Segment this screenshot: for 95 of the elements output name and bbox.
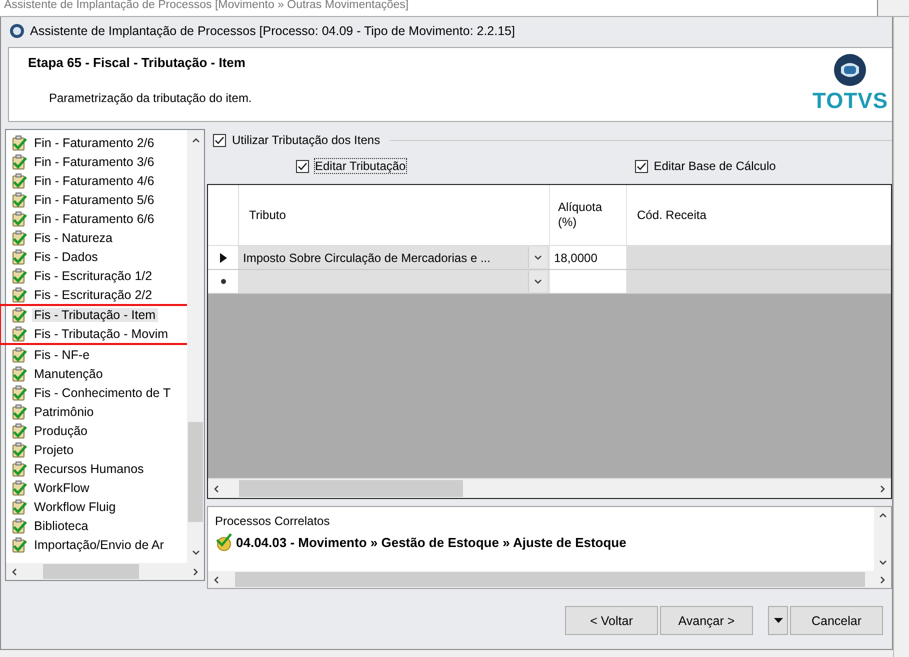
chevron-right-icon[interactable] xyxy=(878,574,887,584)
tree-item[interactable]: Fin - Faturamento 3/6 xyxy=(11,152,187,171)
tree-item[interactable]: Produção xyxy=(11,421,187,440)
horizontal-scrollbar[interactable] xyxy=(208,478,891,498)
item-label: Biblioteca xyxy=(33,518,90,532)
tree-item[interactable]: Patrimônio xyxy=(11,402,187,421)
wizard-button[interactable]: Cancelar xyxy=(790,606,883,635)
tree-item[interactable]: Fis - Escrituração 2/2 xyxy=(11,285,187,304)
checkbox[interactable] xyxy=(213,134,226,146)
scrollbar-thumb[interactable] xyxy=(43,564,139,579)
scrollbar-thumb[interactable] xyxy=(188,422,203,522)
item-label: Fis - Escrituração 1/2 xyxy=(33,268,154,282)
checkbox-label: Utilizar Tributação dos Itens xyxy=(232,133,380,147)
row-pointer-icon xyxy=(220,252,226,262)
background-window-title: Assistente de Implantação de Processos [Movimento » Outras Movimentações] xyxy=(3,0,410,13)
item-label: Fis - Conhecimento de T xyxy=(33,386,172,400)
tree-item[interactable]: Fis - NF-e xyxy=(11,345,187,364)
vertical-scrollbar[interactable] xyxy=(874,507,891,571)
item-label: Fin - Faturamento 3/6 xyxy=(33,154,156,168)
item-label: Fis - Escrituração 2/2 xyxy=(33,288,154,302)
item-label: Fis - Tributação - Item xyxy=(32,308,158,322)
logo-text: TOTVS xyxy=(812,89,888,113)
app-icon xyxy=(9,23,25,39)
column-header: Tributo xyxy=(239,185,550,245)
item-label: Fin - Faturamento 2/6 xyxy=(33,136,156,150)
logo-icon xyxy=(833,53,868,87)
item-label: Fin - Faturamento 4/6 xyxy=(33,174,156,188)
item-label: Patrimônio xyxy=(33,404,95,418)
item-label: Importação/Envio de Ar xyxy=(33,538,165,552)
step-description: Parametrização da tributação do item. xyxy=(49,91,252,105)
item-label: Manutenção xyxy=(33,366,104,380)
column-header: Alíquota (%) xyxy=(550,185,627,245)
tree-item[interactable]: Fis - Conhecimento de T xyxy=(11,383,187,402)
tree-item[interactable]: Fis - Escrituração 1/2 xyxy=(11,266,187,285)
item-label: Projeto xyxy=(33,442,75,456)
item-label: Fin - Faturamento 6/6 xyxy=(33,212,156,226)
check-badge-icon xyxy=(215,533,233,551)
tree-item[interactable]: Fin - Faturamento 2/6 xyxy=(11,133,187,152)
link-text: 04.04.03 - Movimento » Gestão de Estoque » Ajuste de Estoque xyxy=(236,534,626,550)
wizard-button[interactable]: < Voltar xyxy=(565,606,658,635)
tree-item[interactable]: Fis - Natureza xyxy=(11,228,187,247)
window-title: Assistente de Implantação de Processos [Processo: 04.09 - Tipo de Movimento: 2.2.15] xyxy=(30,24,515,38)
vertical-scrollbar[interactable] xyxy=(187,130,204,563)
cell-text: Imposto Sobre Circulação de Mercadorias e ... xyxy=(243,250,490,264)
chevron-left-icon[interactable] xyxy=(212,574,221,584)
tree-item[interactable]: Manutenção xyxy=(11,364,187,383)
chevron-right-icon[interactable] xyxy=(878,484,887,494)
tree-item[interactable]: Importação/Envio de Ar xyxy=(11,535,187,554)
new-row-icon xyxy=(220,278,226,285)
checkbox[interactable] xyxy=(296,160,309,172)
item-label: Fis - Natureza xyxy=(33,230,114,244)
chevron-down-icon[interactable] xyxy=(878,558,888,567)
tree-item[interactable]: Biblioteca xyxy=(11,516,187,535)
tree-item[interactable]: WorkFlow xyxy=(11,478,187,497)
checkbox-label: Editar Tributação xyxy=(315,159,406,173)
item-label: Workflow Fluig xyxy=(33,500,117,514)
scrollbar-thumb[interactable] xyxy=(235,572,865,587)
tree-item[interactable]: Fis - Dados xyxy=(11,247,187,266)
chevron-up-icon[interactable] xyxy=(878,511,888,520)
item-label: Fis - NF-e xyxy=(33,348,91,362)
wizard-button[interactable]: Avançar > xyxy=(660,606,753,635)
checkbox[interactable] xyxy=(634,160,648,172)
chevron-up-icon[interactable] xyxy=(190,136,200,145)
related-process-link[interactable]: 04.04.03 - Movimento » Gestão de Estoque » Ajuste de Estoque xyxy=(215,533,867,551)
step-title: Etapa 65 - Fiscal - Tributação - Item xyxy=(28,55,246,70)
tree-item[interactable]: Projeto xyxy=(11,440,187,459)
caret-down-icon xyxy=(774,618,782,623)
chevron-right-icon[interactable] xyxy=(191,566,200,576)
chevron-down-icon[interactable] xyxy=(533,277,543,286)
item-label: Recursos Humanos xyxy=(33,462,145,476)
tree-item[interactable]: Fin - Faturamento 6/6 xyxy=(11,209,187,228)
item-label: Fin - Faturamento 5/6 xyxy=(33,192,156,206)
scrollbar-thumb[interactable] xyxy=(239,480,463,497)
tree-item[interactable]: Fis - Tributação - Movim xyxy=(11,324,187,343)
item-label: Produção xyxy=(33,424,89,438)
horizontal-scrollbar[interactable] xyxy=(6,563,204,580)
tree-item[interactable]: Workflow Fluig xyxy=(11,497,187,516)
tree-item[interactable]: Recursos Humanos xyxy=(11,459,187,478)
horizontal-scrollbar[interactable] xyxy=(208,571,891,588)
dropdown-button[interactable] xyxy=(768,606,788,635)
tree-item[interactable]: Fin - Faturamento 5/6 xyxy=(11,190,187,209)
dropdown-cell[interactable] xyxy=(239,270,550,293)
section-title: Processos Correlatos xyxy=(215,514,331,528)
dropdown-cell[interactable]: Imposto Sobre Circulação de Mercadorias e ... xyxy=(239,246,550,269)
item-label: WorkFlow xyxy=(33,480,90,494)
item-label: Fis - Tributação - Movim xyxy=(33,326,170,341)
tree-item[interactable]: Fis - Tributação - Item xyxy=(11,306,187,324)
item-label: Fis - Dados xyxy=(33,250,99,264)
chevron-down-icon[interactable] xyxy=(190,548,200,557)
column-header: Cód. Receita xyxy=(636,207,708,224)
tree-item[interactable]: Fin - Faturamento 4/6 xyxy=(11,171,187,190)
checkbox-label: Editar Base de Cálculo xyxy=(654,159,776,173)
chevron-left-icon[interactable] xyxy=(10,566,19,576)
chevron-left-icon[interactable] xyxy=(212,484,221,494)
chevron-down-icon[interactable] xyxy=(533,253,543,262)
